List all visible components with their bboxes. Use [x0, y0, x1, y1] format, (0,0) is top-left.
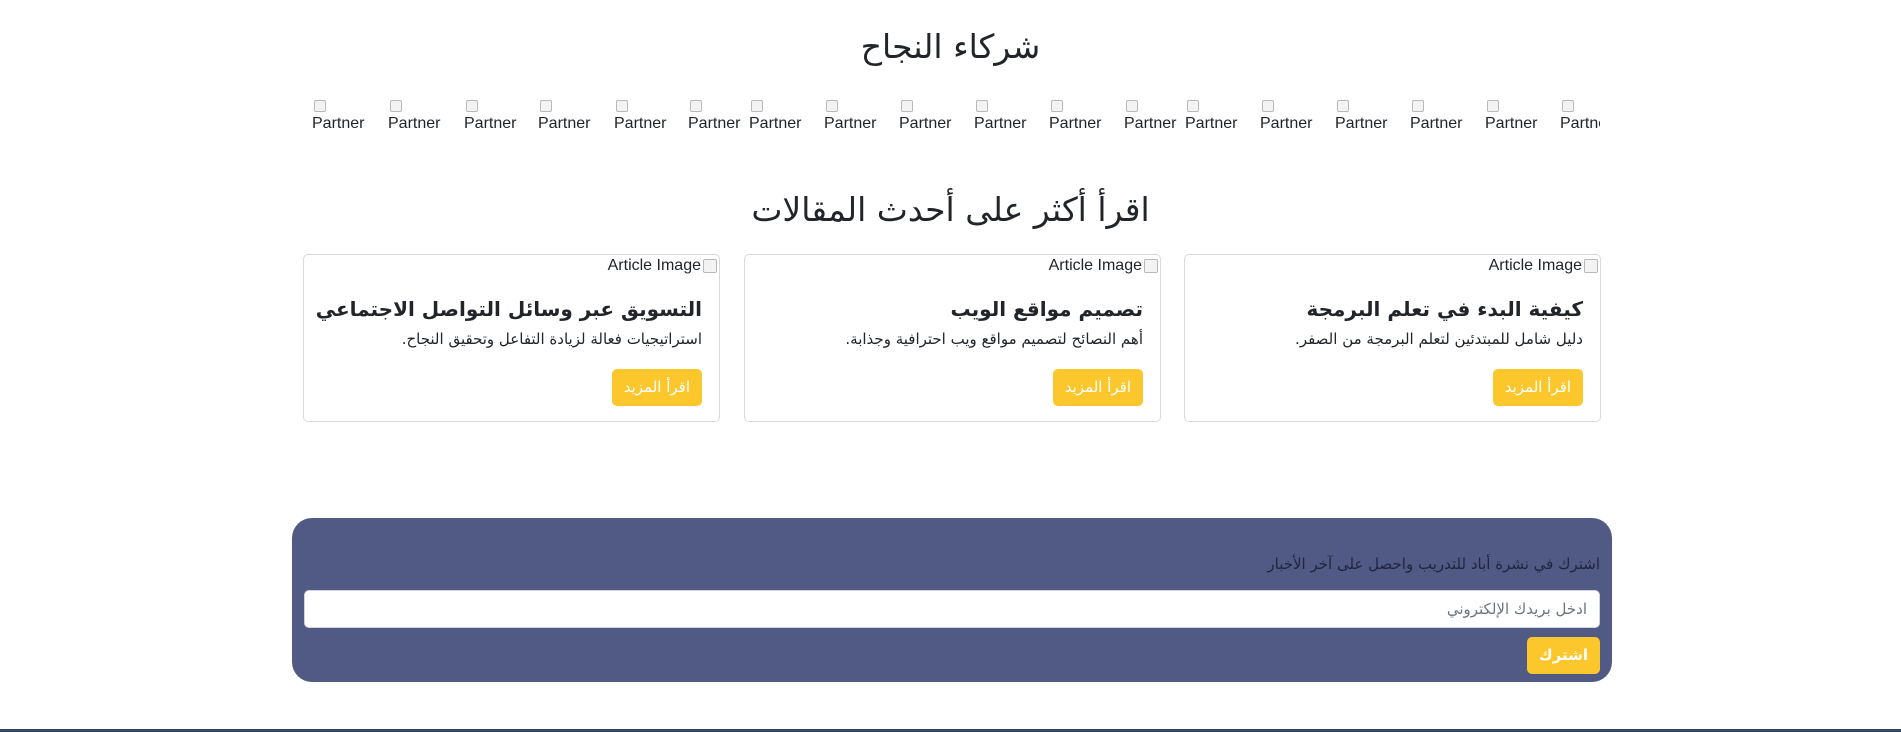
- partner-logo: Partner: [312, 98, 382, 150]
- broken-image-icon: [901, 100, 913, 112]
- broken-image-icon: [390, 100, 402, 112]
- broken-image-icon: [1051, 100, 1063, 112]
- article-image-alt: Article Image: [607, 257, 701, 274]
- partner-logo: Partner: [1335, 98, 1405, 150]
- partner-logo: Partner: [388, 98, 458, 150]
- broken-image-icon: [314, 100, 326, 112]
- partner-logo: Partner: [899, 98, 969, 150]
- read-more-button[interactable]: اقرأ المزيد: [611, 369, 702, 406]
- broken-image-icon: [1487, 100, 1499, 112]
- article-image: Article Image: [1049, 257, 1158, 275]
- read-more-button[interactable]: اقرأ المزيد: [1052, 369, 1143, 406]
- articles-title: اقرأ أكثر على أحدث المقالات: [751, 190, 1150, 229]
- partner-logo: Partner: [749, 98, 819, 150]
- article-card: Article Image تصميم مواقع الويب أهم النص…: [744, 254, 1161, 422]
- newsletter-section: اشترك في نشرة أباد للتدريب واحصل على آخر…: [292, 518, 1612, 682]
- article-title: كيفية البدء في تعلم البرمجة: [1306, 297, 1583, 321]
- partner-logo: Partner: [1560, 98, 1600, 150]
- broken-image-icon: [466, 100, 478, 112]
- article-image: Article Image: [608, 257, 717, 275]
- partner-logo: Partner: [974, 98, 1044, 150]
- article-card: Article Image التسويق عبر وسائل التواصل …: [303, 254, 720, 422]
- broken-image-icon: [1144, 259, 1158, 273]
- broken-image-icon: [703, 259, 717, 273]
- partner-logo: Partner: [1124, 98, 1194, 150]
- article-summary: أهم النصائح لتصميم مواقع ويب احترافية وج…: [845, 330, 1143, 348]
- broken-image-icon: [826, 100, 838, 112]
- article-title: تصميم مواقع الويب: [950, 297, 1143, 321]
- broken-image-icon: [1412, 100, 1424, 112]
- broken-image-icon: [616, 100, 628, 112]
- broken-image-icon: [690, 100, 702, 112]
- broken-image-icon: [1187, 100, 1199, 112]
- partner-logo: Partner: [1185, 98, 1255, 150]
- broken-image-icon: [1337, 100, 1349, 112]
- article-image: Article Image: [1489, 257, 1598, 275]
- partner-logo: Partner: [1260, 98, 1330, 150]
- partner-logo: Partner: [824, 98, 894, 150]
- broken-image-icon: [1126, 100, 1138, 112]
- article-card: Article Image كيفية البدء في تعلم البرمج…: [1184, 254, 1601, 422]
- partner-logo: Partner: [614, 98, 684, 150]
- article-image-alt: Article Image: [1488, 257, 1582, 274]
- article-summary: دليل شامل للمبتدئين لتعلم البرمجة من الص…: [1295, 330, 1583, 348]
- article-summary: استراتيجيات فعالة لزيادة التفاعل وتحقيق …: [401, 330, 702, 348]
- partners-title: شركاء النجاح: [860, 27, 1041, 66]
- broken-image-icon: [540, 100, 552, 112]
- broken-image-icon: [976, 100, 988, 112]
- article-image-alt: Article Image: [1048, 257, 1142, 274]
- broken-image-icon: [1262, 100, 1274, 112]
- subscribe-button[interactable]: اشترك: [1526, 637, 1600, 674]
- partner-logo: Partner: [1049, 98, 1119, 150]
- article-title: التسويق عبر وسائل التواصل الاجتماعي: [315, 297, 702, 321]
- partner-logo: Partner: [464, 98, 534, 150]
- partner-logo: Partner: [1410, 98, 1480, 150]
- partners-logo-strip: Partner Partner Partner Partner Partner …: [312, 98, 1600, 150]
- broken-image-icon: [1584, 259, 1598, 273]
- partner-logo: Partner: [538, 98, 608, 150]
- partner-logo: Partner: [688, 98, 758, 150]
- partner-logo: Partner: [1485, 98, 1555, 150]
- email-input[interactable]: [304, 590, 1600, 628]
- broken-image-icon: [751, 100, 763, 112]
- newsletter-text: اشترك في نشرة أباد للتدريب واحصل على آخر…: [1267, 555, 1600, 573]
- broken-image-icon: [1562, 100, 1574, 112]
- read-more-button[interactable]: اقرأ المزيد: [1492, 369, 1583, 406]
